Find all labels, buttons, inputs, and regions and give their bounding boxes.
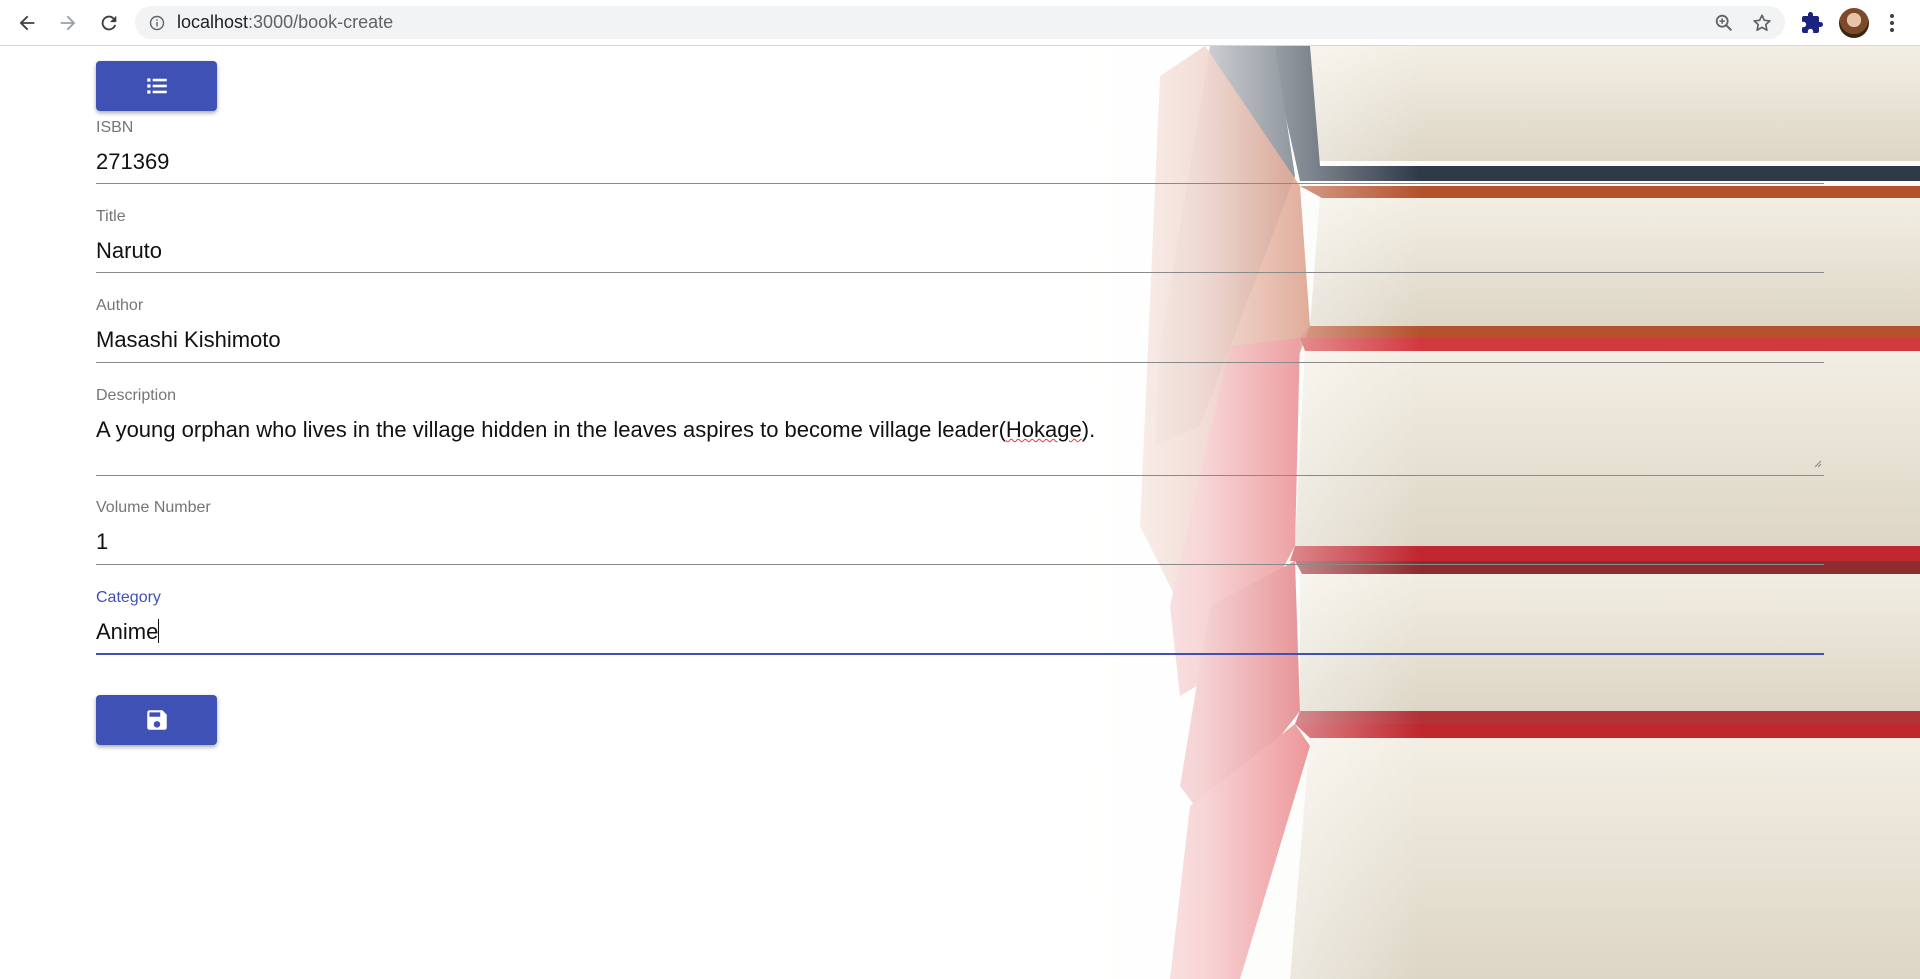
book-list-button[interactable] — [96, 61, 217, 111]
category-value: Anime — [96, 619, 159, 644]
address-bar[interactable]: localhost:3000/book-create — [135, 6, 1785, 39]
title-underline — [96, 272, 1824, 273]
resize-grip-icon[interactable] — [1812, 458, 1822, 468]
more-vert-icon[interactable] — [1880, 11, 1904, 35]
author-field[interactable]: Author Masashi Kishimoto — [96, 297, 1824, 363]
save-button[interactable] — [96, 695, 217, 745]
isbn-label: ISBN — [96, 119, 134, 136]
url-text: localhost:3000/book-create — [177, 12, 393, 33]
list-icon — [146, 78, 167, 94]
volume-number-field[interactable]: Volume Number 1 — [96, 499, 1824, 565]
arrow-left-icon — [19, 15, 35, 30]
url-host: localhost — [177, 12, 249, 32]
text-cursor — [158, 619, 160, 643]
description-misspelled-word: Hokage — [1005, 417, 1082, 442]
page-content: ISBN 271369 Title Naruto Author Masashi … — [0, 46, 1920, 979]
volume-number-input[interactable]: 1 — [96, 529, 1824, 557]
info-icon[interactable] — [149, 15, 165, 31]
volume-number-label: Volume Number — [96, 499, 211, 516]
author-label: Author — [96, 297, 144, 314]
extensions-puzzle-icon[interactable] — [1800, 11, 1824, 35]
bookmark-star-icon[interactable] — [1751, 12, 1773, 34]
description-textarea[interactable]: A young orphan who lives in the village … — [96, 417, 1824, 445]
title-input[interactable]: Naruto — [96, 238, 1824, 266]
reload-icon — [101, 15, 117, 30]
title-field[interactable]: Title Naruto — [96, 208, 1824, 273]
zoom-icon[interactable] — [1713, 12, 1735, 34]
category-input[interactable]: Anime — [96, 619, 1824, 647]
title-label: Title — [96, 208, 126, 225]
isbn-field[interactable]: ISBN 271369 — [96, 119, 1824, 184]
save-icon — [146, 710, 167, 730]
back-button[interactable] — [9, 5, 45, 41]
description-underline — [96, 475, 1824, 476]
volume-number-underline — [96, 564, 1824, 565]
forward-button[interactable] — [50, 5, 86, 41]
description-text-before: A young orphan who lives in the village … — [96, 417, 1006, 442]
arrow-right-icon — [60, 15, 76, 30]
browser-toolbar: localhost:3000/book-create — [0, 0, 1920, 46]
isbn-underline — [96, 183, 1824, 184]
description-text-after: ). — [1081, 417, 1096, 442]
profile-avatar[interactable] — [1839, 8, 1869, 38]
author-input[interactable]: Masashi Kishimoto — [96, 327, 1824, 355]
category-label: Category — [96, 589, 161, 606]
category-underline-focused — [96, 653, 1824, 655]
url-path: :3000/book-create — [248, 12, 394, 32]
save-button-wrapper — [96, 695, 1824, 745]
category-field[interactable]: Category Anime — [96, 589, 1824, 655]
description-field[interactable]: Description A young orphan who lives in … — [96, 387, 1824, 476]
description-label: Description — [96, 387, 177, 404]
isbn-input[interactable]: 271369 — [96, 149, 1824, 177]
reload-button[interactable] — [91, 5, 127, 41]
book-create-form: ISBN 271369 Title Naruto Author Masashi … — [96, 61, 1824, 745]
author-underline — [96, 362, 1824, 363]
